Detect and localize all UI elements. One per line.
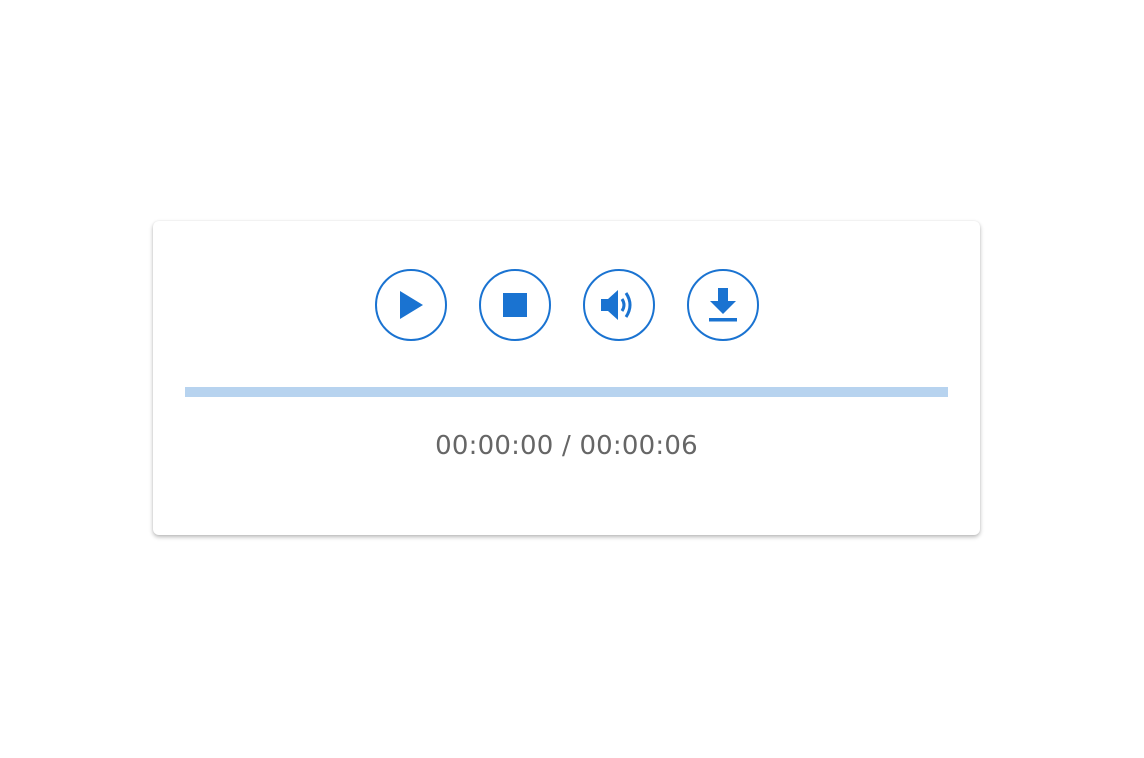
play-icon [397,290,425,320]
volume-icon [599,287,639,323]
time-separator: / [553,431,580,461]
play-button[interactable] [375,269,447,341]
volume-button[interactable] [583,269,655,341]
audio-player-card: 00:00:00 / 00:00:06 [153,221,980,535]
stop-icon [502,292,528,318]
current-time: 00:00:00 [435,431,554,461]
progress-bar[interactable] [185,387,948,397]
total-time: 00:00:06 [579,431,698,461]
player-controls [375,269,759,341]
time-display: 00:00:00 / 00:00:06 [153,431,980,461]
download-button[interactable] [687,269,759,341]
download-icon [707,287,739,323]
stop-button[interactable] [479,269,551,341]
